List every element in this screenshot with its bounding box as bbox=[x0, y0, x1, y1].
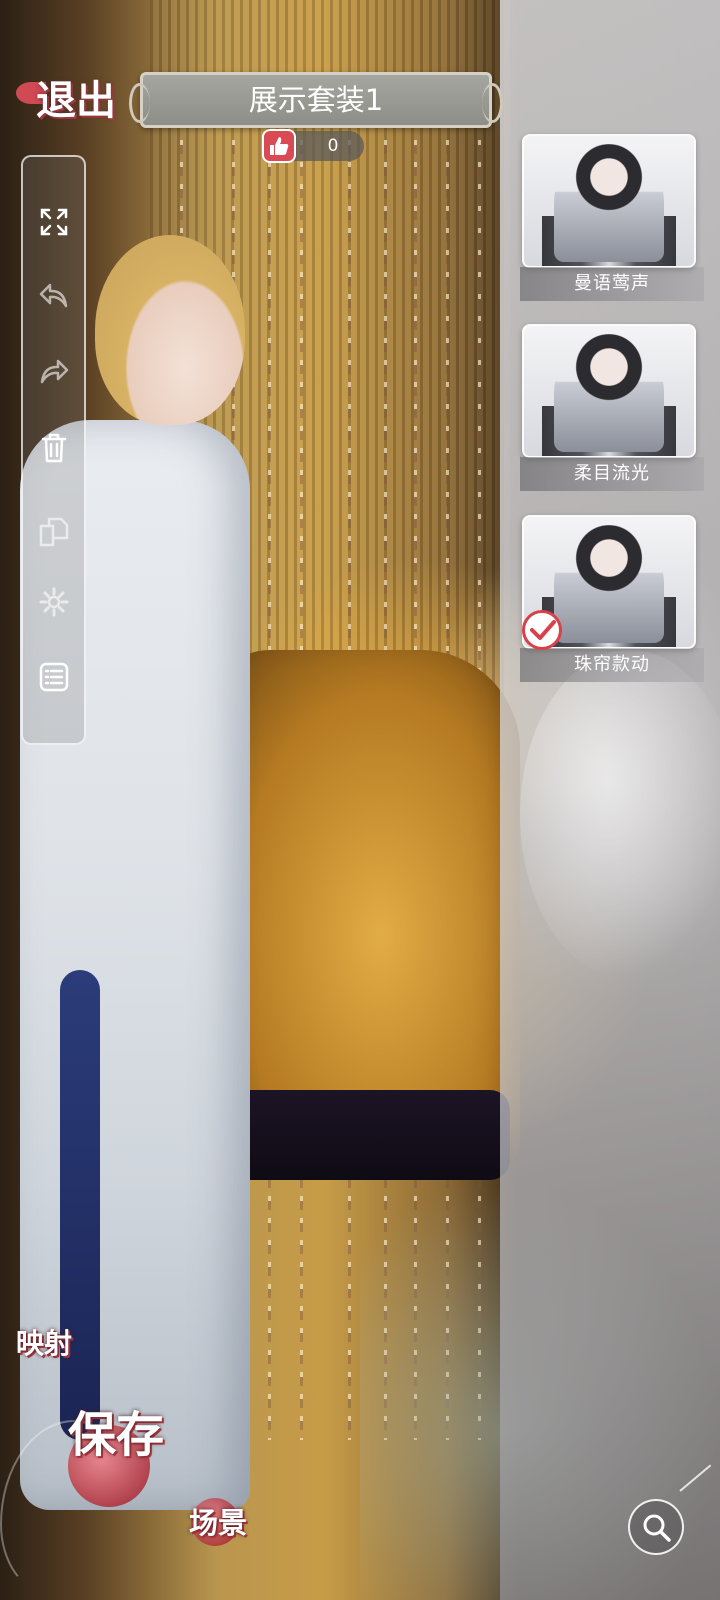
suit-card-1[interactable] bbox=[522, 134, 696, 268]
suit-thumbnail bbox=[554, 334, 664, 452]
character-head bbox=[95, 235, 245, 425]
undo-button[interactable] bbox=[23, 271, 84, 321]
search-icon bbox=[643, 1514, 671, 1542]
thumbs-up-icon bbox=[262, 129, 296, 163]
search-button[interactable] bbox=[628, 1499, 684, 1555]
list-icon bbox=[39, 662, 68, 692]
exit-button[interactable]: 退出 bbox=[10, 64, 120, 124]
suit-title-banner: 展示套装1 bbox=[129, 72, 503, 128]
selected-check-icon bbox=[522, 610, 562, 650]
redo-button[interactable] bbox=[23, 347, 84, 397]
expand-button[interactable] bbox=[23, 197, 84, 247]
copy-icon bbox=[39, 517, 68, 547]
mirror-button[interactable]: 映射 bbox=[16, 1318, 86, 1378]
suit-label-3: 珠帘款动 bbox=[520, 648, 704, 682]
list-button[interactable] bbox=[23, 652, 84, 702]
gear-icon bbox=[39, 587, 68, 617]
redo-icon bbox=[40, 359, 68, 384]
suit-label-1: 曼语莺声 bbox=[520, 267, 704, 301]
save-label: 保存 bbox=[68, 1407, 165, 1463]
edit-toolbar bbox=[21, 155, 86, 745]
like-count: 0 bbox=[327, 136, 339, 156]
page-title: 展示套装1 bbox=[248, 83, 384, 117]
exit-label: 退出 bbox=[36, 77, 116, 124]
suit-thumbnail bbox=[554, 525, 664, 643]
settings-button[interactable] bbox=[23, 577, 84, 627]
trash-icon bbox=[41, 433, 66, 463]
save-button[interactable]: 保存 bbox=[62, 1395, 182, 1507]
undo-icon bbox=[39, 283, 67, 308]
suit-thumbnail bbox=[554, 144, 664, 262]
copy-button[interactable] bbox=[23, 507, 84, 557]
delete-button[interactable] bbox=[23, 423, 84, 473]
mirror-label: 映射 bbox=[16, 1327, 73, 1360]
suit-label-2: 柔目流光 bbox=[520, 457, 704, 491]
scene-button[interactable]: 场景 bbox=[185, 1490, 265, 1554]
like-counter[interactable]: 0 bbox=[262, 129, 364, 163]
suit-card-2[interactable] bbox=[522, 324, 696, 458]
expand-icon bbox=[40, 208, 67, 236]
scene-label: 场景 bbox=[189, 1506, 248, 1540]
